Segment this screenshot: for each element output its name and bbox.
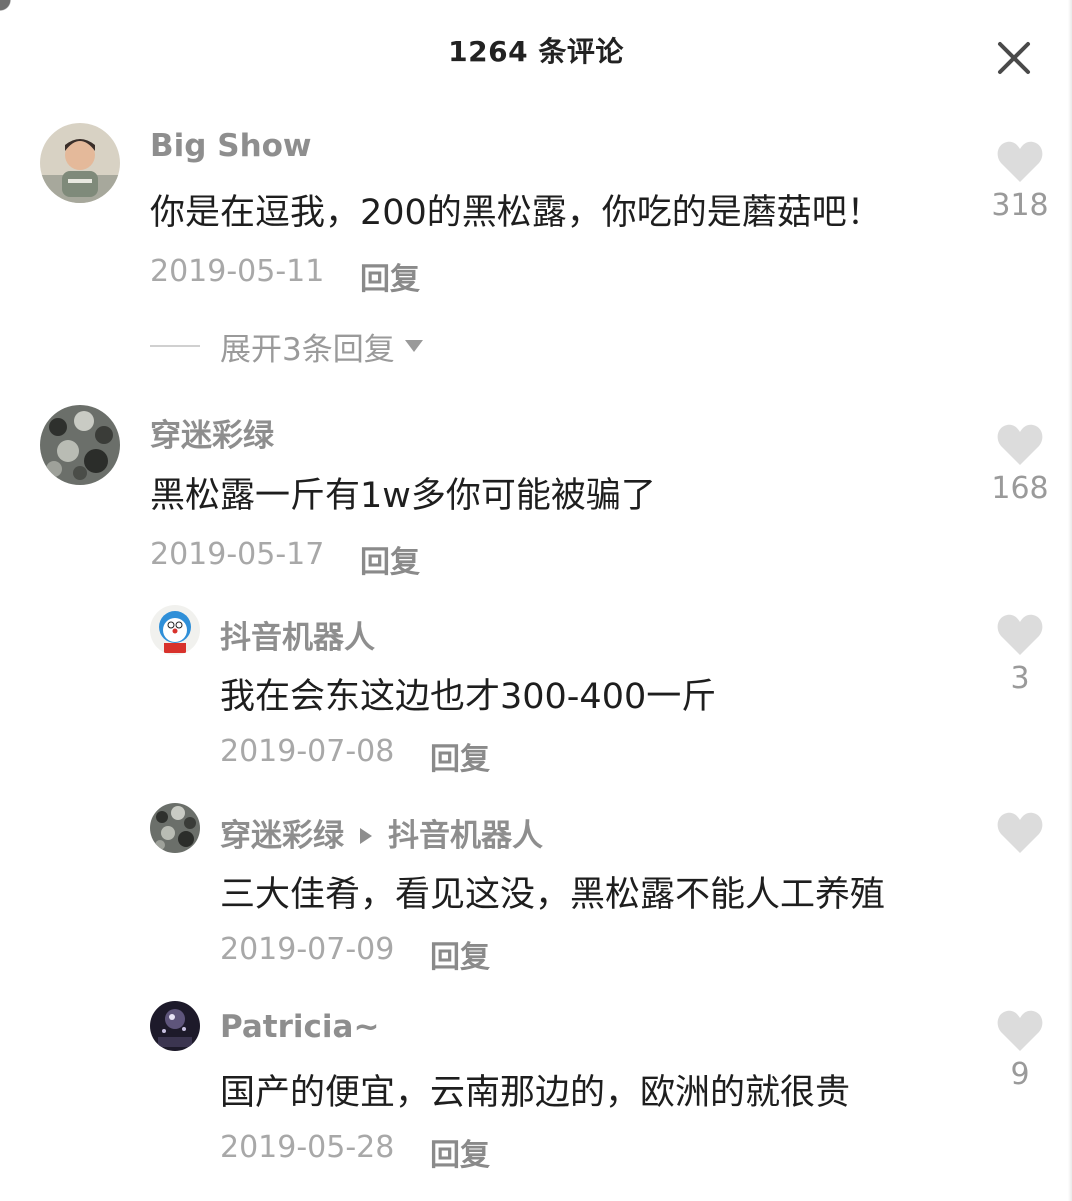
heart-icon <box>997 812 1043 853</box>
comment-author[interactable]: 穿迷彩绿 <box>150 410 274 455</box>
reply-author[interactable]: 穿迷彩绿 抖音机器人 <box>220 810 543 855</box>
like-button[interactable]: 168 <box>980 423 1060 506</box>
reply-button[interactable]: 回复 <box>430 1130 490 1174</box>
like-count: 168 <box>991 471 1049 506</box>
reply-author-name[interactable]: 穿迷彩绿 <box>220 818 344 854</box>
heart-icon <box>997 1010 1043 1051</box>
reply-button[interactable]: 回复 <box>430 734 490 778</box>
reply-to-name[interactable]: 抖音机器人 <box>388 818 543 854</box>
chevron-down-icon <box>404 340 423 352</box>
comment-text: 你是在逗我，200的黑松露，你吃的是蘑菇吧！ <box>150 193 882 233</box>
reply-author[interactable]: 抖音机器人 <box>220 612 375 657</box>
comment-text: 黑松露一斤有1w多你可能被骗了 <box>150 476 656 516</box>
reply-button[interactable]: 回复 <box>360 254 420 298</box>
close-button[interactable] <box>990 34 1038 82</box>
play-arrow-icon <box>360 828 372 844</box>
expand-replies-button[interactable]: 展开3条回复 <box>150 326 423 368</box>
panel-edge <box>1068 0 1072 1201</box>
reply-button[interactable]: 回复 <box>360 537 420 581</box>
avatar[interactable] <box>40 123 120 203</box>
comment-date: 2019-05-11 <box>150 254 325 289</box>
comment-count-title: 1264 条评论 <box>448 35 624 68</box>
like-button[interactable]: 9 <box>980 1009 1060 1092</box>
close-icon <box>998 42 1030 74</box>
avatar[interactable] <box>150 605 200 655</box>
comment-date: 2019-05-17 <box>150 537 325 572</box>
like-count: 318 <box>991 188 1049 223</box>
heart-icon <box>997 141 1043 182</box>
like-count: 3 <box>1010 661 1030 696</box>
like-button[interactable]: 318 <box>980 140 1060 223</box>
like-count: 9 <box>1010 1057 1030 1092</box>
expand-replies-label: 展开3条回复 <box>220 331 395 368</box>
heart-icon <box>997 424 1043 465</box>
like-button[interactable] <box>980 811 1060 859</box>
reply-button[interactable]: 回复 <box>430 932 490 976</box>
reply-date: 2019-05-28 <box>220 1130 395 1165</box>
comments-panel: 1264 条评论 Big Show 你是在逗我，200的黑松露，你吃的是蘑菇吧！… <box>0 0 1072 1201</box>
comment-author[interactable]: Big Show <box>150 128 312 164</box>
reply-text: 我在会东这边也才300-400一斤 <box>220 677 717 717</box>
avatar[interactable] <box>150 803 200 853</box>
background-corner <box>0 0 14 14</box>
like-button[interactable]: 3 <box>980 613 1060 696</box>
avatar[interactable] <box>150 1001 200 1051</box>
divider <box>150 345 200 347</box>
reply-text: 国产的便宜，云南那边的，欧洲的就很贵 <box>220 1073 851 1113</box>
reply-date: 2019-07-09 <box>220 932 395 967</box>
avatar[interactable] <box>40 405 120 485</box>
heart-icon <box>997 614 1043 655</box>
reply-author[interactable]: Patricia~ <box>220 1009 379 1045</box>
reply-text: 三大佳肴，看见这没，黑松露不能人工养殖 <box>220 875 886 915</box>
reply-date: 2019-07-08 <box>220 734 395 769</box>
